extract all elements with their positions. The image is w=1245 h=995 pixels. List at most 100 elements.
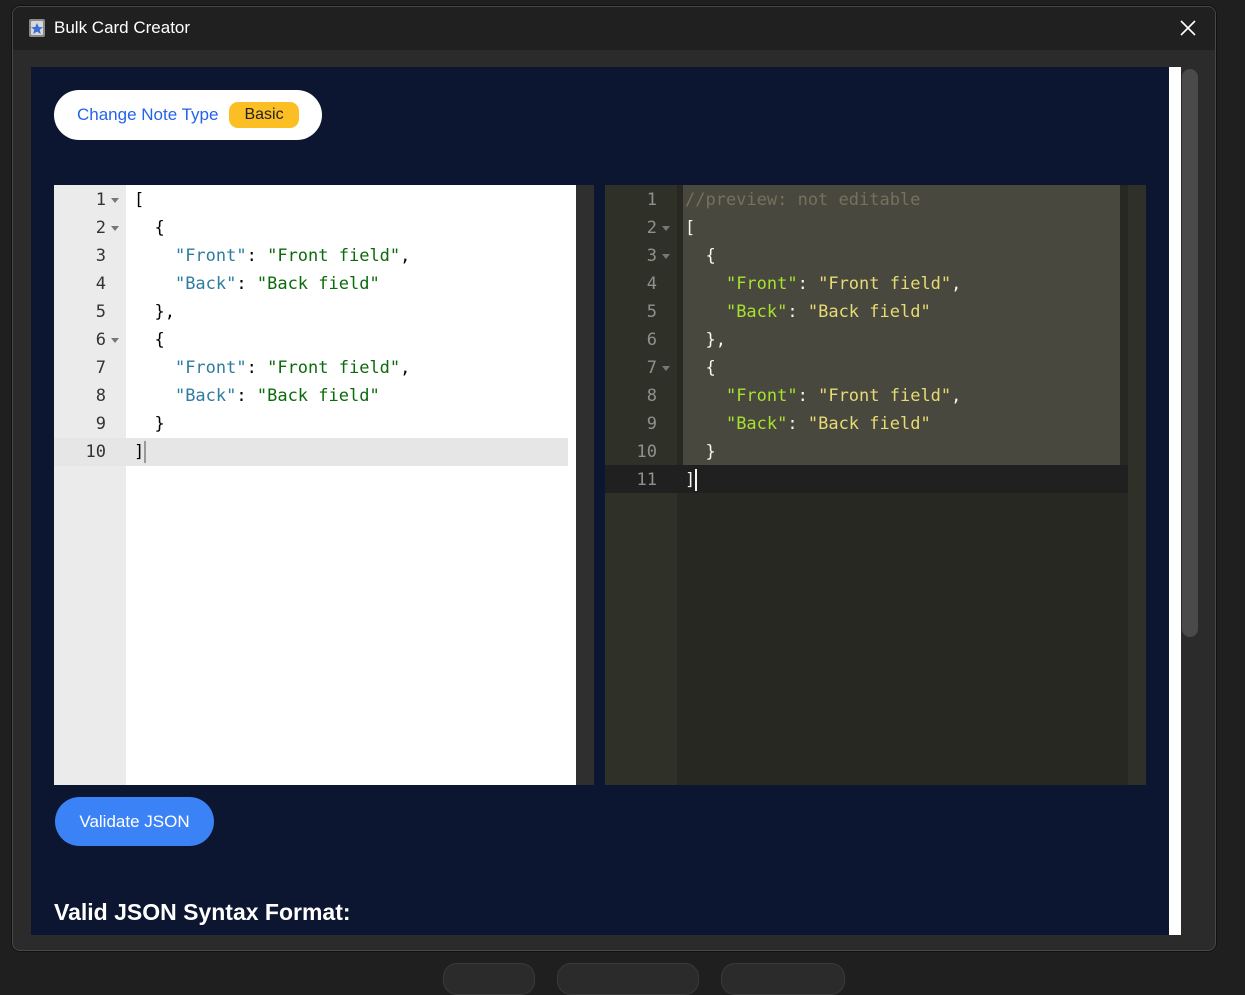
code-text: } [685,438,716,466]
code-punctuation: : [236,386,257,406]
line-number: 11 [636,470,657,490]
json-key: "Front" [725,274,798,294]
code-line: 4 "Back": "Back field" [54,270,594,298]
taskbar-tab[interactable] [721,963,845,995]
json-key: "Back" [725,302,788,322]
code-punctuation: } [685,442,716,462]
code-text: "Front": "Front field", [685,382,961,410]
main-content: Change Note Type Basic 1[2 {3 "Front": "… [31,67,1169,935]
json-string: "Back field" [256,386,380,406]
code-punctuation: : [236,274,257,294]
json-key: "Front" [725,386,798,406]
json-key: "Front" [174,358,247,378]
json-key: "Back" [174,386,237,406]
line-number: 8 [95,386,106,406]
code-text: "Front": "Front field", [134,242,410,270]
code-punctuation [685,386,726,406]
fold-arrow-icon[interactable] [662,366,670,371]
code-punctuation: : [246,358,268,378]
code-punctuation [134,386,175,406]
code-punctuation: [ [134,190,145,210]
line-number: 6 [646,330,657,350]
note-type-badge: Basic [229,102,299,128]
section-heading: Valid JSON Syntax Format: [54,899,351,925]
line-number: 2 [646,218,657,238]
code-line: 5 }, [54,298,594,326]
change-note-type-button[interactable]: Change Note Type Basic [54,90,322,140]
code-text: [ [685,214,695,242]
code-text: "Back": "Back field" [685,410,931,438]
json-string: "Back field" [807,414,931,434]
line-number: 8 [646,386,657,406]
text-cursor [144,441,147,463]
code-punctuation: : [797,274,819,294]
code-punctuation: }, [134,302,175,322]
text-cursor [695,469,698,491]
code-text: "Back": "Back field" [134,382,380,410]
code-text: [ [134,186,144,214]
code-line: 7 "Front": "Front field", [54,354,594,382]
line-number: 4 [646,274,657,294]
code-punctuation [685,274,726,294]
code-punctuation: [ [685,218,696,238]
close-icon[interactable] [1175,15,1201,41]
validate-json-button[interactable]: Validate JSON [55,797,214,846]
json-string: "Front field" [267,246,401,266]
code-comment: //preview: not editable [685,190,921,210]
code-text: "Front": "Front field", [685,270,961,298]
line-number: 1 [95,190,106,210]
code-line: 10] [54,438,594,466]
code-punctuation [134,246,175,266]
code-punctuation: ] [134,442,145,462]
fold-arrow-icon[interactable] [111,338,119,343]
line-number: 9 [95,414,106,434]
code-line: 2[ [605,214,1146,242]
fold-arrow-icon[interactable] [111,226,119,231]
code-punctuation [134,358,175,378]
code-punctuation [685,302,726,322]
code-line: 4 "Front": "Front field", [605,270,1146,298]
code-punctuation: { [685,358,716,378]
json-string: "Back field" [807,302,931,322]
code-text: }, [685,326,725,354]
line-number: 7 [95,358,106,378]
code-punctuation: { [134,218,165,238]
code-line: 3 { [605,242,1146,270]
json-input-editor[interactable]: 1[2 {3 "Front": "Front field", 4 "Back": … [54,185,594,785]
fold-arrow-icon[interactable] [662,254,670,259]
code-punctuation: ] [685,470,696,490]
code-text: { [685,242,716,270]
json-key: "Back" [725,414,788,434]
code-text: ] [134,438,147,466]
line-number: 6 [95,330,106,350]
code-punctuation: { [685,246,716,266]
code-punctuation: { [134,330,165,350]
line-number: 5 [646,302,657,322]
json-string: "Back field" [256,274,380,294]
taskbar-tab[interactable] [443,963,535,995]
code-punctuation: , [400,246,411,266]
code-line: 3 "Front": "Front field", [54,242,594,270]
taskbar-tab[interactable] [557,963,699,995]
fold-arrow-icon[interactable] [111,198,119,203]
code-line: 10 } [605,438,1146,466]
code-punctuation: , [400,358,411,378]
code-line: 2 { [54,214,594,242]
code-text: "Back": "Back field" [685,298,931,326]
code-punctuation: : [787,414,808,434]
json-string: "Front field" [818,386,952,406]
code-punctuation [685,414,726,434]
code-line: 7 { [605,354,1146,382]
line-number: 3 [646,246,657,266]
code-punctuation: , [951,274,962,294]
code-line: 8 "Back": "Back field" [54,382,594,410]
scrollbar-thumb[interactable] [1182,69,1198,637]
line-number: 4 [95,274,106,294]
fold-arrow-icon[interactable] [662,226,670,231]
content-scroll-track [1169,67,1181,935]
code-line: 11] [605,466,1146,494]
code-text: "Back": "Back field" [134,270,380,298]
code-line: 9 } [54,410,594,438]
code-text: "Front": "Front field", [134,354,410,382]
title-bar: Bulk Card Creator [13,7,1215,50]
